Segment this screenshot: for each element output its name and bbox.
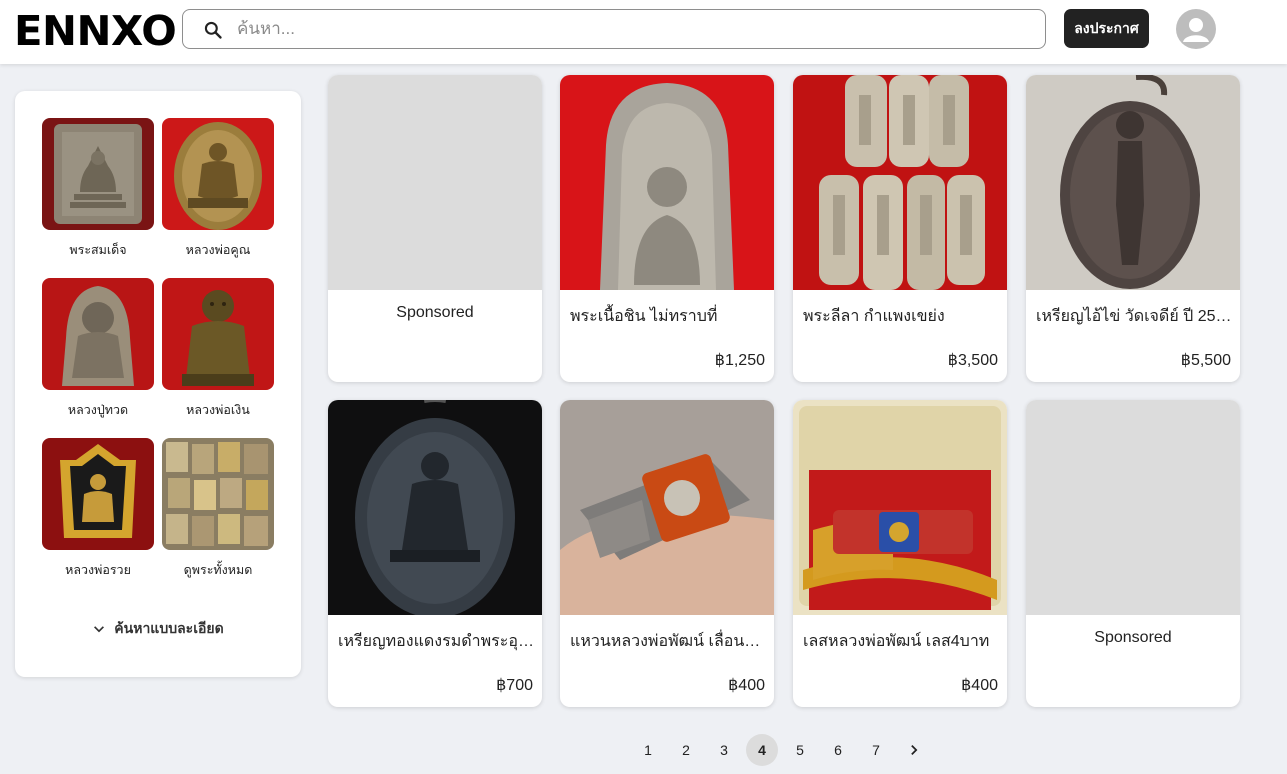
- sponsored-card[interactable]: Sponsored: [328, 75, 542, 382]
- category-label: หลวงพ่อรวย: [65, 563, 131, 577]
- search-box[interactable]: [182, 9, 1046, 49]
- listing-image: [560, 400, 774, 615]
- listing-price: ฿3,500: [947, 352, 998, 369]
- listing-card[interactable]: พระลีลา กำแพงเขย่ง ฿3,500: [793, 75, 1007, 382]
- category-luang-por-khun[interactable]: หลวงพ่อคูณ: [162, 118, 274, 260]
- search-input[interactable]: [237, 10, 1027, 48]
- listing-image: [793, 75, 1007, 290]
- listing-image: [1026, 75, 1240, 290]
- category-image: [42, 438, 154, 550]
- sponsored-image-placeholder: [1026, 400, 1240, 615]
- listing-title: เลสหลวงพ่อพัฒน์ เลส4บาท: [803, 633, 990, 650]
- sponsored-card[interactable]: Sponsored: [1026, 400, 1240, 707]
- chevron-down-icon: [94, 626, 105, 633]
- listing-price: ฿5,500: [1180, 352, 1231, 369]
- category-luang-pu-thuat[interactable]: หลวงปู่ทวด: [42, 278, 154, 420]
- listing-card[interactable]: เหรียญทองแดงรมดำพระอุปัชฌาย์ ฿700: [328, 400, 542, 707]
- category-image: [162, 278, 274, 390]
- page-5-button[interactable]: 5: [784, 734, 816, 766]
- next-page-button[interactable]: [898, 734, 930, 766]
- listing-price: ฿400: [961, 677, 998, 694]
- listing-title: พระลีลา กำแพงเขย่ง: [803, 308, 945, 325]
- page-6-button[interactable]: 6: [822, 734, 854, 766]
- category-image: [162, 438, 274, 550]
- category-phra-somdej[interactable]: พระสมเด็จ: [42, 118, 154, 260]
- listing-title: Sponsored: [396, 304, 474, 321]
- listing-price: ฿700: [496, 677, 533, 694]
- category-image: [42, 278, 154, 390]
- post-listing-button[interactable]: ลงประกาศ: [1064, 9, 1149, 48]
- sponsored-image-placeholder: [328, 75, 542, 290]
- page-2-button[interactable]: 2: [670, 734, 702, 766]
- listing-card[interactable]: เลสหลวงพ่อพัฒน์ เลส4บาท ฿400: [793, 400, 1007, 707]
- category-all-amulets[interactable]: ดูพระทั้งหมด: [162, 438, 274, 580]
- page-4-button-current[interactable]: 4: [746, 734, 778, 766]
- category-label: หลวงพ่อคูณ: [185, 243, 251, 257]
- listing-title: Sponsored: [1094, 629, 1172, 646]
- category-label: หลวงพ่อเงิน: [186, 403, 250, 417]
- listing-image: [793, 400, 1007, 615]
- advanced-search-label: ค้นหาแบบละเอียด: [114, 620, 224, 636]
- listing-image: [560, 75, 774, 290]
- listing-title: พระเนื้อชิน ไม่ทราบที่: [570, 308, 718, 325]
- listing-image: [328, 400, 542, 615]
- top-bar: ENNXO ลงประกาศ: [0, 0, 1287, 64]
- listing-title: เหรียญทองแดงรมดำพระอุปัชฌาย์: [338, 633, 534, 650]
- page-3-button[interactable]: 3: [708, 734, 740, 766]
- listing-card[interactable]: พระเนื้อชิน ไม่ทราบที่ ฿1,250: [560, 75, 774, 382]
- listing-title: เหรียญไอ้ไข่ วัดเจดีย์ ปี 2546: [1036, 308, 1232, 325]
- page-7-button[interactable]: 7: [860, 734, 892, 766]
- advanced-search-toggle[interactable]: ค้นหาแบบละเอียด: [15, 618, 301, 640]
- category-image: [42, 118, 154, 230]
- listing-card[interactable]: เหรียญไอ้ไข่ วัดเจดีย์ ปี 2546 ฿5,500: [1026, 75, 1240, 382]
- page-1-button[interactable]: 1: [632, 734, 664, 766]
- category-luang-por-ruay[interactable]: หลวงพ่อรวย: [42, 438, 154, 580]
- site-logo[interactable]: ENNXO: [14, 7, 177, 55]
- chevron-right-icon: [911, 745, 918, 755]
- category-image: [162, 118, 274, 230]
- listing-price: ฿400: [728, 677, 765, 694]
- category-luang-por-ngern[interactable]: หลวงพ่อเงิน: [162, 278, 274, 420]
- search-icon[interactable]: [203, 20, 223, 40]
- listing-price: ฿1,250: [714, 352, 765, 369]
- category-label: พระสมเด็จ: [69, 243, 127, 257]
- pagination: 1 2 3 4 5 6 7: [632, 734, 936, 766]
- category-label: ดูพระทั้งหมด: [183, 563, 253, 577]
- listing-title: แหวนหลวงพ่อพัฒน์ เลื่อนสมณศักดิ์: [570, 633, 766, 650]
- listing-card[interactable]: แหวนหลวงพ่อพัฒน์ เลื่อนสมณศักดิ์ ฿400: [560, 400, 774, 707]
- user-avatar-icon[interactable]: [1176, 9, 1216, 49]
- category-sidebar: พระสมเด็จ หลวงพ่อคูณ หลวงปู่ทวด หลวงพ่อเ…: [15, 91, 301, 677]
- category-label: หลวงปู่ทวด: [67, 403, 129, 417]
